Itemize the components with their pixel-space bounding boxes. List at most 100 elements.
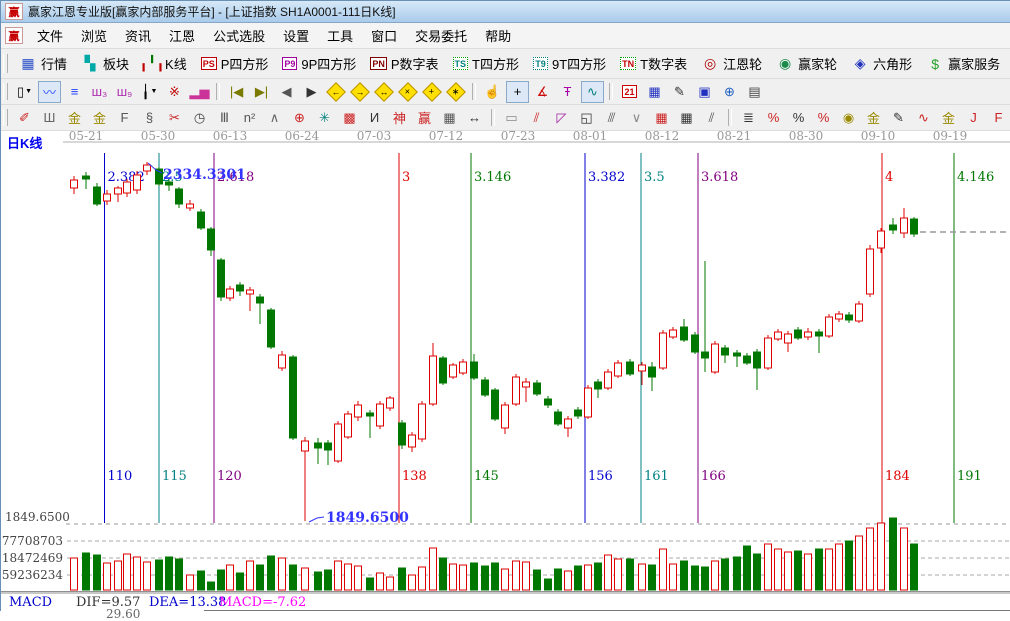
slant-lines-button[interactable]: ⫽	[700, 107, 723, 129]
t-number-table-button[interactable]: TNT数字表	[613, 54, 694, 73]
percent-button[interactable]: %	[787, 107, 810, 129]
winner-wheel-button[interactable]: ◉赢家轮	[769, 54, 844, 73]
percent-line-button[interactable]: %	[812, 107, 835, 129]
menu-item-4[interactable]: 公式选股	[204, 24, 274, 47]
calculator-button[interactable]: ▦	[643, 81, 666, 103]
notepad-button[interactable]: ✎	[668, 81, 691, 103]
menu-item-5[interactable]: 设置	[274, 24, 318, 47]
comb-tool-2-button[interactable]: Ⅲ	[213, 107, 236, 129]
j-angle-button[interactable]: J	[962, 107, 985, 129]
gold-circle-button[interactable]: ◉	[837, 107, 860, 129]
crosshair-button[interactable]: +	[506, 81, 529, 103]
gold-square-2-button[interactable]: 金	[88, 107, 111, 129]
grid-target-button[interactable]: ▩	[338, 107, 361, 129]
fan-red-button[interactable]: ⫽	[525, 107, 548, 129]
hexagon-button[interactable]: ◈六角形	[844, 54, 919, 73]
menu-item-0[interactable]: 文件	[28, 24, 72, 47]
wave-box-button[interactable]: ∿	[912, 107, 935, 129]
width-arrows-button[interactable]: ↔	[463, 107, 486, 129]
trend-sketch-button[interactable]: 〰	[38, 81, 61, 103]
hand-pan-button[interactable]: ☝	[481, 81, 504, 103]
menu-item-1[interactable]: 浏览	[72, 24, 116, 47]
skip-end-button[interactable]: ▶|	[250, 81, 273, 103]
gann-bars-button[interactable]: ≣	[737, 107, 760, 129]
market-quotes-button[interactable]: ▦行情	[12, 54, 74, 73]
skip-start-button[interactable]: |◀	[225, 81, 248, 103]
pencil-black-button[interactable]: ✎	[887, 107, 910, 129]
menu-item-6[interactable]: 工具	[318, 24, 362, 47]
gold-bar-button[interactable]: 金	[862, 107, 885, 129]
n-squared-button[interactable]: n²	[238, 107, 261, 129]
f-angle-button[interactable]: F	[987, 107, 1010, 129]
kline-button[interactable]: ╻╹╻K线	[136, 54, 194, 73]
step-back-button[interactable]: ◀	[275, 81, 298, 103]
print-button[interactable]: ▤	[743, 81, 766, 103]
bars-9-button[interactable]: ш₉	[113, 81, 136, 103]
grid-dark-button[interactable]: ▦	[675, 107, 698, 129]
p-number-table-button[interactable]: PNP数字表	[363, 54, 445, 73]
box-dark-button[interactable]: ◱	[575, 107, 598, 129]
thin-candle-dropdown-button[interactable]: ╽▼	[138, 81, 161, 103]
knife-tool-2-button[interactable]: ✂	[163, 107, 186, 129]
grid-red-button[interactable]: ▦	[650, 107, 673, 129]
zoom-left-button[interactable]: ←	[324, 85, 348, 99]
menu-item-8[interactable]: 交易委托	[406, 24, 476, 47]
cycle-clock-button[interactable]: ◷	[188, 107, 211, 129]
p-square-button[interactable]: PSP四方形	[194, 54, 276, 73]
web-button[interactable]: ⊕	[718, 81, 741, 103]
zoom-plus-button[interactable]: +	[420, 85, 444, 99]
zoom-right-button[interactable]: →	[348, 85, 372, 99]
toolbar-drag-handle[interactable]	[3, 83, 8, 99]
kline-chart-canvas[interactable]: 05-2105-3006-1306-2407-0307-1207-2308-01…	[1, 131, 1010, 612]
starburst-button[interactable]: ✳	[313, 107, 336, 129]
zoom-all-button[interactable]: ∗	[444, 85, 468, 99]
rect-tool-button[interactable]: ▭	[500, 107, 523, 129]
info-doc-button[interactable]: ≡	[63, 81, 86, 103]
menu-item-9[interactable]: 帮助	[476, 24, 520, 47]
color-histogram-button[interactable]: ▂▅	[188, 81, 211, 103]
chart-area[interactable]: 05-2105-3006-1306-2407-0307-1207-2308-01…	[1, 131, 1010, 612]
calendar-button[interactable]: 21	[618, 81, 641, 103]
gann-t-tool-button[interactable]: Ŧ	[556, 81, 579, 103]
comb-tool-button[interactable]: Ш	[38, 107, 61, 129]
save-button[interactable]: ▣	[693, 81, 716, 103]
angle-measure-button[interactable]: ∡	[531, 81, 554, 103]
fan-purple-button[interactable]: ◸	[550, 107, 573, 129]
calendar-grid-button[interactable]: ▦	[438, 107, 461, 129]
gann-wheel-button[interactable]: ◎江恩轮	[694, 54, 769, 73]
percent-box-button[interactable]: %	[762, 107, 785, 129]
shen-grid-button[interactable]: 神	[388, 107, 411, 129]
k-marks-button[interactable]: И	[363, 107, 386, 129]
red-sketch-button[interactable]: ※	[163, 81, 186, 103]
t-square-button[interactable]: TST四方形	[446, 54, 526, 73]
teal-sketch-button[interactable]: ∿	[581, 81, 604, 103]
step-forward-button[interactable]: ▶	[300, 81, 323, 103]
sectors-button[interactable]: ▚板块	[74, 54, 136, 73]
volume-bar	[670, 564, 677, 590]
toolbar-drag-handle[interactable]	[3, 54, 8, 73]
9p-square-button[interactable]: P99P四方形	[275, 54, 363, 73]
gold-angle-button[interactable]: 金	[937, 107, 960, 129]
menu-item-3[interactable]: 江恩	[160, 24, 204, 47]
winner-service-button[interactable]: $赢家服务	[919, 54, 1007, 73]
angles-3-button[interactable]: ⫻	[600, 107, 623, 129]
candle-style-dropdown-button[interactable]: ▯▼	[13, 81, 36, 103]
zoom-cross-button[interactable]: ×	[396, 85, 420, 99]
bars-3-button[interactable]: ш₃	[88, 81, 111, 103]
v-dotted-button[interactable]: ∨	[625, 107, 648, 129]
a-angle-button[interactable]: ∧	[263, 107, 286, 129]
spiral-tool-button[interactable]: §	[138, 107, 161, 129]
toolbar-drag-handle[interactable]	[3, 109, 8, 125]
circle-cross-button[interactable]: ⊕	[288, 107, 311, 129]
title-bar[interactable]: 赢 赢家江恩专业版[赢家内部服务平台] - [上证指数 SH1A0001-111…	[1, 1, 1010, 23]
macd-pane-label[interactable]: MACD	[9, 595, 52, 610]
knife-tool-button[interactable]: ✐	[13, 107, 36, 129]
ying-grid-button[interactable]: 赢	[413, 107, 436, 129]
f-comb-button[interactable]: F	[113, 107, 136, 129]
menu-item-7[interactable]: 窗口	[362, 24, 406, 47]
zoom-hfit-button[interactable]: ↔	[372, 85, 396, 99]
volume-bar	[816, 549, 823, 590]
9t-square-button[interactable]: T99T四方形	[526, 54, 613, 73]
menu-item-2[interactable]: 资讯	[116, 24, 160, 47]
gold-square-button[interactable]: 金	[63, 107, 86, 129]
